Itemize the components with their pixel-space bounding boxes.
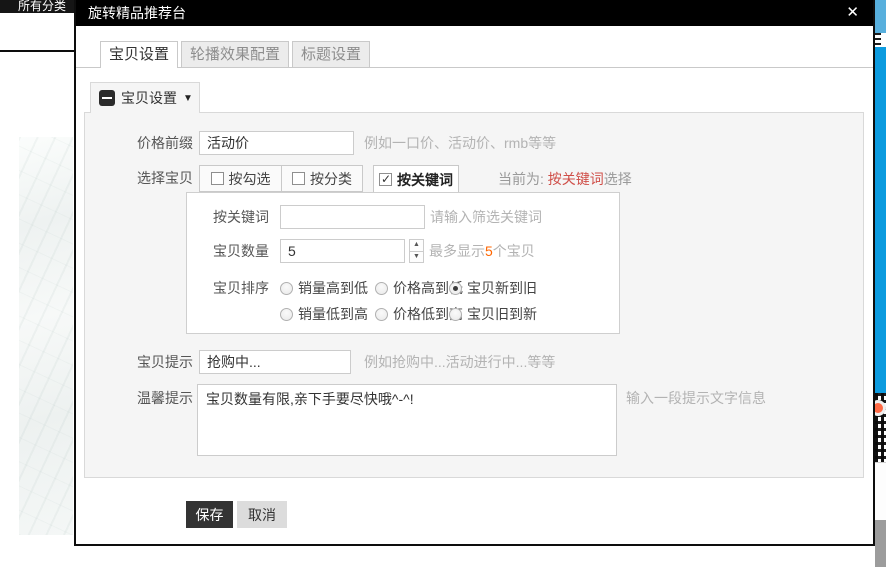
strip-white-area: [875, 462, 886, 520]
current-mode-suffix: 选择: [604, 171, 632, 187]
radio-icon[interactable]: [449, 308, 462, 321]
sort-option-label: 销量高到低: [298, 278, 368, 298]
cancel-button[interactable]: 取消: [237, 501, 287, 528]
background-texture-image: [19, 137, 73, 535]
current-mode-prefix: 当前为:: [498, 171, 544, 187]
item-tip-label: 宝贝提示: [85, 350, 193, 374]
item-tip-input[interactable]: [199, 350, 351, 374]
select-mode-label: 按关键词: [397, 170, 453, 190]
item-tip-hint: 例如抢购中...活动进行中...等等: [364, 350, 555, 374]
sort-option-label: 宝贝旧到新: [467, 304, 537, 324]
price-prefix-input[interactable]: [199, 131, 354, 155]
quantity-label: 宝贝数量: [187, 239, 269, 263]
warm-tip-label: 温馨提示: [85, 386, 193, 410]
select-mode-tabs: 按勾选 按分类 按关键词: [199, 165, 459, 193]
radio-icon[interactable]: [280, 308, 293, 321]
sort-option-sales-low-high[interactable]: 销量低到高: [280, 305, 368, 323]
sort-option-new-to-old[interactable]: 宝贝新到旧: [449, 279, 537, 297]
spinner-up-icon[interactable]: ▲: [409, 239, 424, 251]
caret-down-icon: ▼: [183, 93, 193, 104]
keyword-label: 按关键词: [187, 205, 269, 229]
quantity-hint-number: 5: [485, 243, 493, 259]
select-mode-by-check[interactable]: 按勾选: [199, 165, 281, 192]
background-divider: [0, 50, 76, 52]
collapse-minus-icon[interactable]: [99, 90, 115, 106]
current-mode-value: 按关键词: [548, 171, 604, 187]
sort-option-old-to-new[interactable]: 宝贝旧到新: [449, 305, 537, 323]
price-prefix-hint: 例如一口价、活动价、rmb等等: [364, 131, 556, 155]
select-mode-by-keyword[interactable]: 按关键词: [373, 165, 459, 193]
recommendation-dialog: 旋转精品推荐台 ✕ 宝贝设置 轮播效果配置 标题设置 宝贝设置 ▼ 价格前缀 例…: [74, 0, 875, 546]
section-header-item-settings[interactable]: 宝贝设置 ▼: [90, 82, 200, 113]
select-mode-label: 按分类: [310, 169, 352, 189]
close-icon[interactable]: ✕: [846, 0, 859, 26]
warm-tip-hint: 输入一段提示文字信息: [626, 386, 766, 410]
select-mode-by-category[interactable]: 按分类: [281, 165, 363, 192]
price-prefix-label: 价格前缀: [85, 131, 193, 155]
select-mode-label: 按勾选: [229, 169, 271, 189]
strip-gray-footer: [875, 520, 886, 567]
strip-blue-banner: [875, 47, 886, 393]
section-title: 宝贝设置: [121, 88, 177, 108]
save-button[interactable]: 保存: [186, 501, 233, 528]
settings-panel: 价格前缀 例如一口价、活动价、rmb等等 选择宝贝 按勾选 按分类 按关键词: [84, 112, 864, 478]
quantity-hint-prefix: 最多显示: [429, 243, 485, 259]
tab-title-settings[interactable]: 标题设置: [292, 41, 370, 68]
select-items-label: 选择宝贝: [85, 166, 193, 190]
quantity-hint-suffix: 个宝贝: [493, 243, 535, 259]
sort-label: 宝贝排序: [187, 279, 269, 297]
quantity-stepper: ▲ ▼: [409, 239, 424, 263]
checkbox-icon[interactable]: [211, 172, 224, 185]
strip-light-blue-area: [875, 0, 886, 33]
dialog-tabbar: 宝贝设置 轮播效果配置 标题设置: [76, 41, 873, 68]
sort-option-label: 宝贝新到旧: [467, 278, 537, 298]
tab-carousel-config[interactable]: 轮播效果配置: [181, 41, 289, 68]
radio-icon[interactable]: [375, 282, 388, 295]
qr-code-image: [875, 393, 886, 462]
dialog-title: 旋转精品推荐台: [88, 0, 186, 26]
radio-icon[interactable]: [280, 282, 293, 295]
tab-item-settings[interactable]: 宝贝设置: [100, 41, 178, 68]
screen: 所有分类 旋转精品推荐台 ✕ 宝贝设置 轮播效果配置 标题设置 宝贝设置 ▼: [0, 0, 886, 567]
background-nav-all-categories[interactable]: 所有分类: [0, 0, 76, 13]
checkbox-icon[interactable]: [379, 173, 392, 186]
keyword-input[interactable]: [280, 205, 425, 229]
background-right-strip: [875, 0, 886, 567]
current-mode-hint: 当前为: 按关键词选择: [498, 166, 632, 192]
keyword-hint: 请输入筛选关键词: [430, 205, 542, 229]
quantity-input[interactable]: [280, 239, 405, 263]
radio-icon[interactable]: [375, 308, 388, 321]
sort-option-sales-high-low[interactable]: 销量高到低: [280, 279, 368, 297]
radio-icon[interactable]: [449, 282, 462, 295]
checkbox-icon[interactable]: [292, 172, 305, 185]
quantity-hint: 最多显示5个宝贝: [429, 239, 535, 263]
strip-menu-lines-icon: [875, 33, 881, 47]
warm-tip-textarea[interactable]: 宝贝数量有限,亲下手要尽快哦^-^!: [197, 384, 617, 456]
spinner-down-icon[interactable]: ▼: [409, 251, 424, 263]
sort-option-label: 销量低到高: [298, 304, 368, 324]
dialog-header: 旋转精品推荐台 ✕: [76, 0, 873, 26]
keyword-settings-panel: 按关键词 请输入筛选关键词 宝贝数量 ▲ ▼ 最多显示5个宝贝 宝贝排序 销量高…: [186, 192, 620, 334]
